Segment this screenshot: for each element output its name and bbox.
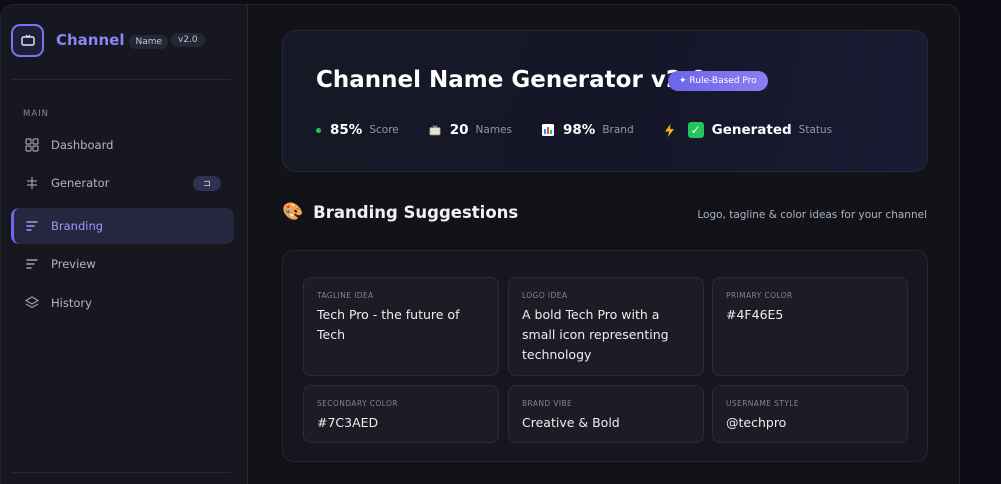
sidebar-item-label: Preview [51, 257, 96, 271]
lines-icon [24, 218, 40, 234]
status-dot-icon [316, 127, 321, 133]
brand[interactable]: Channel Name [11, 23, 169, 57]
stats-row: 85% Score 20 Names 98% Brand ✓ Generated… [316, 119, 862, 141]
suggestion-card-secondary-color: SECONDARY COLOR #7C3AED [303, 385, 499, 443]
sidebar-item-label: Generator [51, 176, 110, 190]
app-window: Channel Name v2.0 MAIN Dashboard Generat… [0, 4, 960, 484]
grid-icon [24, 137, 40, 153]
suggestion-card-primary-color: PRIMARY COLOR #4F46E5 [712, 277, 908, 376]
suggestion-card-username-style: USERNAME STYLE @techpro [712, 385, 908, 443]
sidebar-item-history[interactable]: History [11, 285, 234, 321]
section-subtitle: Logo, tagline & color ideas for your cha… [697, 209, 927, 221]
card-label: LOGO IDEA [522, 291, 568, 300]
card-value: A bold Tech Pro with a small icon repres… [522, 307, 669, 362]
sidebar-item-branding[interactable]: Branding [11, 208, 234, 244]
sidebar-item-label: Branding [51, 219, 104, 233]
stat-value: Generated [711, 122, 792, 138]
version-badge: v2.0 [171, 33, 205, 47]
sidebar-item-label: History [51, 296, 92, 310]
stat-names: 20 Names [429, 122, 512, 138]
suggestion-card-logo: LOGO IDEA A bold Tech Pro with a small i… [508, 277, 704, 376]
sidebar: Channel Name v2.0 MAIN Dashboard Generat… [1, 5, 248, 484]
card-label: SECONDARY COLOR [317, 399, 398, 408]
branding-panel: TAGLINE IDEA Tech Pro - the future of Te… [282, 250, 928, 462]
suggestion-card-tagline: TAGLINE IDEA Tech Pro - the future of Te… [303, 277, 499, 376]
stat-label: Status [798, 124, 833, 136]
brand-name: Channel [56, 31, 125, 49]
sidebar-item-label: Dashboard [51, 138, 114, 152]
card-label: BRAND VIBE [522, 399, 573, 408]
stat-label: Score [369, 124, 399, 136]
stat-value: 85% [330, 122, 363, 138]
card-label: TAGLINE IDEA [317, 291, 374, 300]
lines-icon [24, 256, 40, 272]
section-title: Branding Suggestions [313, 202, 519, 222]
card-value: Creative & Bold [522, 415, 620, 430]
sidebar-divider [11, 472, 231, 473]
section-header: 🎨 Branding Suggestions [282, 202, 518, 222]
card-value: @techpro [726, 415, 787, 430]
page-title: Channel Name Generator v2.0 [316, 67, 707, 93]
sliders-icon [24, 175, 40, 191]
sidebar-divider [11, 79, 231, 80]
generator-badge: ⊐ [193, 176, 221, 191]
stat-brand: 98% Brand [542, 122, 634, 138]
sidebar-item-dashboard[interactable]: Dashboard [11, 127, 234, 163]
stat-score: 85% Score [316, 122, 399, 138]
layers-icon [24, 295, 40, 311]
card-value: #7C3AED [317, 415, 379, 430]
stat-value: 20 [449, 122, 469, 138]
checkmark-icon: ✓ [687, 122, 704, 138]
palette-icon: 🎨 [282, 202, 304, 222]
card-label: USERNAME STYLE [726, 399, 799, 408]
sidebar-item-generator[interactable]: Generator ⊐ [11, 165, 234, 201]
sidebar-item-preview[interactable]: Preview [11, 246, 234, 282]
stat-value: 98% [563, 122, 596, 138]
brand-subtitle: Name [129, 34, 169, 49]
main-content: Channel Name Generator v2.0 ✦ Rule-Based… [249, 5, 959, 484]
mode-badge: ✦ Rule-Based Pro [668, 71, 768, 91]
tv-icon [429, 124, 441, 136]
lightning-icon [664, 123, 675, 137]
stat-label: Names [475, 124, 512, 136]
card-value: Tech Pro - the future of Tech [317, 307, 460, 342]
stat-label: Brand [602, 124, 634, 136]
bar-chart-icon [542, 124, 554, 136]
stat-status: ✓ Generated Status [664, 122, 833, 138]
card-value: #4F46E5 [726, 307, 784, 322]
sidebar-section-label: MAIN [23, 109, 50, 119]
suggestion-card-brand-vibe: BRAND VIBE Creative & Bold [508, 385, 704, 443]
card-label: PRIMARY COLOR [726, 291, 793, 300]
hero-card: Channel Name Generator v2.0 ✦ Rule-Based… [282, 30, 928, 172]
tv-icon [11, 23, 44, 57]
